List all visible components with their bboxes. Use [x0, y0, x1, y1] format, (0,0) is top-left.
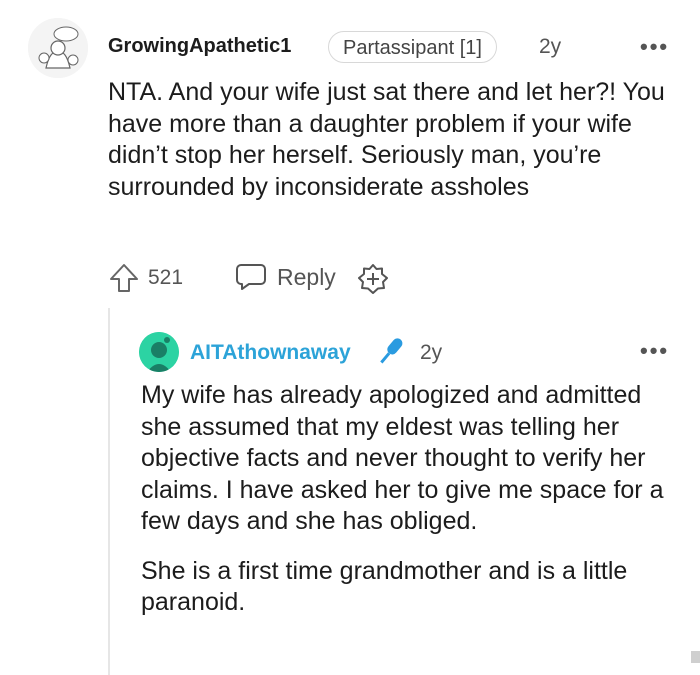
snoo-avatar-icon [139, 332, 179, 372]
award-plus-icon[interactable] [357, 263, 389, 300]
reply-timestamp: 2y [420, 341, 443, 364]
reply-button[interactable]: Reply [235, 262, 336, 292]
avatar-sketch-icon [28, 18, 88, 78]
user-flair: Partassipant [1] [328, 31, 497, 63]
comment-body: NTA. And your wife just sat there and le… [108, 78, 665, 201]
reply-username[interactable]: AITAthownaway [190, 341, 351, 365]
thread-line[interactable] [108, 308, 110, 675]
more-options-icon[interactable]: ••• [640, 34, 669, 60]
reply-more-options-icon[interactable]: ••• [640, 338, 669, 364]
mic-icon [373, 334, 409, 373]
reply-paragraph: She is a first time grandmother and is a… [141, 556, 628, 617]
reply-bubble-icon [236, 264, 266, 290]
comment-username[interactable]: GrowingApathetic1 [108, 35, 291, 58]
reply-body: My wife has already apologized and admit… [141, 380, 681, 637]
reply-paragraph: My wife has already apologized and admit… [141, 381, 664, 535]
reply-avatar[interactable] [139, 332, 179, 372]
avatar[interactable] [28, 18, 88, 78]
scrollbar-thumb[interactable] [691, 651, 700, 663]
comment-timestamp: 2y [539, 35, 562, 58]
reply-label: Reply [277, 263, 336, 290]
upvote-icon[interactable] [108, 262, 140, 299]
vote-count: 521 [148, 266, 184, 289]
